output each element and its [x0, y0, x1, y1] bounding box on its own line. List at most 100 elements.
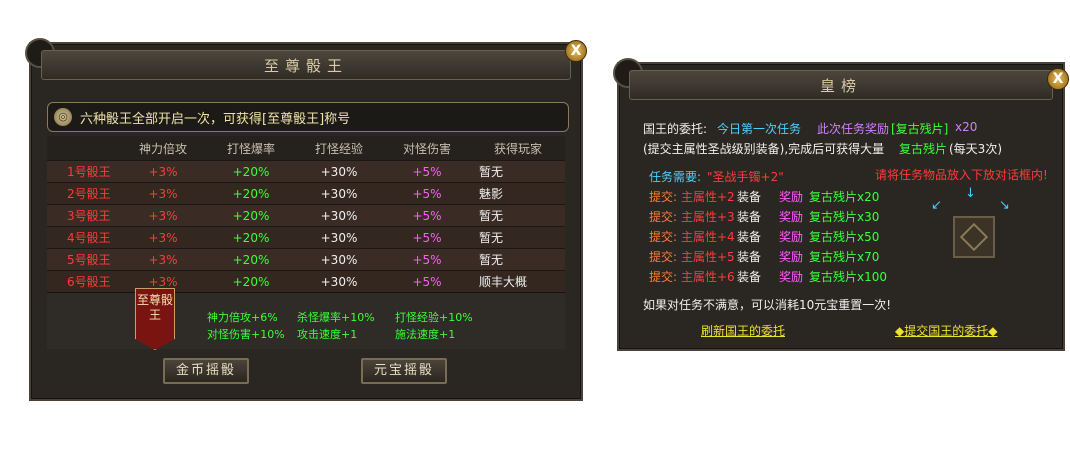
exp-value: +30%: [295, 226, 383, 249]
task-reward-label: 奖励: [779, 210, 804, 224]
reset-note: 如果对任务不满意，可以消耗10元宝重置一次!: [643, 298, 892, 312]
column-header: 神力倍攻: [119, 136, 207, 161]
player-name: 魅影: [471, 182, 565, 205]
commission-label: 国王的委托:: [643, 122, 708, 136]
refresh-commission-link[interactable]: 刷新国王的委托: [701, 322, 785, 339]
bonus-text: 杀怪爆率+10%: [297, 311, 375, 324]
player-name: 暂无: [471, 204, 565, 227]
gold-roll-button[interactable]: 金币摇骰: [163, 358, 249, 384]
item-drop-slot[interactable]: [953, 216, 995, 258]
close-icon[interactable]: X: [565, 40, 587, 62]
close-icon[interactable]: X: [1047, 68, 1069, 90]
yuanbao-roll-button[interactable]: 元宝摇骰: [361, 358, 447, 384]
divine-crit-value: +3%: [119, 182, 207, 205]
task-equip: 装备: [737, 210, 762, 224]
exp-value: +30%: [295, 204, 383, 227]
task-reward-item: 复古残片x20: [809, 190, 880, 204]
commission-desc: (提交主属性圣战级别装备),完成后可获得大量: [643, 142, 885, 156]
task-equip: 装备: [737, 230, 762, 244]
column-header: 打怪经验: [295, 136, 383, 161]
column-header: 打怪爆率: [207, 136, 295, 161]
arrow-down-right-icon: ↘: [999, 198, 1010, 213]
task-attr: 主属性+4: [681, 230, 735, 244]
bonus-text: 攻击速度+1: [297, 328, 358, 341]
drop-rate-value: +20%: [207, 160, 295, 183]
table-row: 1号骰王 +3% +20% +30% +5% 暂无: [47, 160, 565, 183]
bonus-text: 神力倍攻+6%: [207, 311, 278, 324]
drop-rate-value: +20%: [207, 226, 295, 249]
exp-value: +30%: [295, 160, 383, 183]
task-reward-item: 复古残片x50: [809, 230, 880, 244]
arrow-down-icon: ↓: [965, 186, 976, 201]
drop-rate-value: +20%: [207, 248, 295, 271]
task-submit: 提交:: [649, 270, 678, 284]
task-reward-item: 复古残片x100: [809, 270, 888, 284]
window-title: 至尊骰王: [263, 56, 348, 75]
window-titlebar: 皇榜: [629, 70, 1053, 100]
supreme-title-banner: 至尊骰王: [135, 288, 175, 350]
reward-qty: x20: [955, 120, 978, 134]
task-submit: 提交:: [649, 250, 678, 264]
task-equip: 装备: [737, 190, 762, 204]
reward-label: 此次任务奖励: [817, 122, 890, 136]
player-name: 暂无: [471, 160, 565, 183]
divine-crit-value: +3%: [119, 160, 207, 183]
window-title: 皇榜: [819, 76, 862, 95]
column-header: [47, 136, 119, 161]
table-row: 4号骰王 +3% +20% +30% +5% 暂无: [47, 226, 565, 249]
imperial-list-window: 皇榜 X 国王的委托: 今日第一次任务 此次任务奖励 [复古残片] x20 (提…: [613, 58, 1069, 351]
task-equip: 装备: [737, 270, 762, 284]
dice-king-name: 5号骰王: [47, 248, 119, 271]
exp-value: +30%: [295, 270, 383, 292]
damage-value: +5%: [383, 160, 471, 183]
notice-text: 六种骰王全部开启一次，可获得[至尊骰王]称号: [80, 111, 351, 127]
task-reward-label: 奖励: [779, 230, 804, 244]
divine-crit-value: +3%: [119, 248, 207, 271]
hint-text: 请将任务物品放入下放对话框内!: [875, 168, 1048, 182]
task-submit: 提交:: [649, 190, 678, 204]
supreme-dice-king-window: 至尊骰王 X ◎ 六种骰王全部开启一次，可获得[至尊骰王]称号 神力倍攻 打怪爆…: [25, 38, 587, 401]
dice-king-table: 神力倍攻 打怪爆率 打怪经验 对怪伤害 获得玩家 1号骰王 +3% +20% +…: [47, 136, 565, 292]
commission-status: 今日第一次任务: [717, 122, 802, 136]
task-reward-label: 奖励: [779, 270, 804, 284]
dice-king-name: 1号骰王: [47, 160, 119, 183]
daily-limit: (每天3次): [949, 142, 1002, 156]
arrow-down-left-icon: ↙: [931, 198, 942, 213]
task-reward-item: 复古残片x70: [809, 250, 880, 264]
drop-rate-value: +20%: [207, 204, 295, 227]
task-reward-label: 奖励: [779, 190, 804, 204]
reward-item: [复古残片]: [891, 122, 949, 136]
medal-icon: ◎: [54, 108, 72, 126]
damage-value: +5%: [383, 226, 471, 249]
title-bonus-panel: 神力倍攻+6% 杀怪爆率+10% 打怪经验+10% 对怪伤害+10% 攻击速度+…: [47, 292, 565, 349]
damage-value: +5%: [383, 204, 471, 227]
commission-item: 复古残片: [899, 142, 948, 156]
drop-rate-value: +20%: [207, 270, 295, 292]
table-row: 3号骰王 +3% +20% +30% +5% 暂无: [47, 204, 565, 227]
task-attr: 主属性+5: [681, 250, 735, 264]
submit-commission-link[interactable]: ◆提交国王的委托◆: [895, 322, 997, 339]
task-submit: 提交:: [649, 230, 678, 244]
divine-crit-value: +3%: [119, 204, 207, 227]
window-titlebar: 至尊骰王: [41, 50, 571, 80]
dice-king-name: 3号骰王: [47, 204, 119, 227]
task-reward-item: 复古残片x30: [809, 210, 880, 224]
table-row: 5号骰王 +3% +20% +30% +5% 暂无: [47, 248, 565, 271]
requirement-label: 任务需要:: [649, 170, 702, 184]
table-row: 6号骰王 +3% +20% +30% +5% 顺丰大概: [47, 270, 565, 292]
task-equip: 装备: [737, 250, 762, 264]
exp-value: +30%: [295, 182, 383, 205]
table-row: 2号骰王 +3% +20% +30% +5% 魅影: [47, 182, 565, 205]
title-notice: ◎ 六种骰王全部开启一次，可获得[至尊骰王]称号: [47, 102, 569, 132]
bonus-text: 打怪经验+10%: [395, 311, 473, 324]
exp-value: +30%: [295, 248, 383, 271]
damage-value: +5%: [383, 248, 471, 271]
column-header: 获得玩家: [471, 136, 565, 161]
task-reward-label: 奖励: [779, 250, 804, 264]
damage-value: +5%: [383, 182, 471, 205]
table-header: 神力倍攻 打怪爆率 打怪经验 对怪伤害 获得玩家: [47, 136, 565, 161]
divine-crit-value: +3%: [119, 226, 207, 249]
dice-king-name: 6号骰王: [47, 270, 119, 292]
task-attr: 主属性+2: [681, 190, 735, 204]
player-name: 暂无: [471, 226, 565, 249]
